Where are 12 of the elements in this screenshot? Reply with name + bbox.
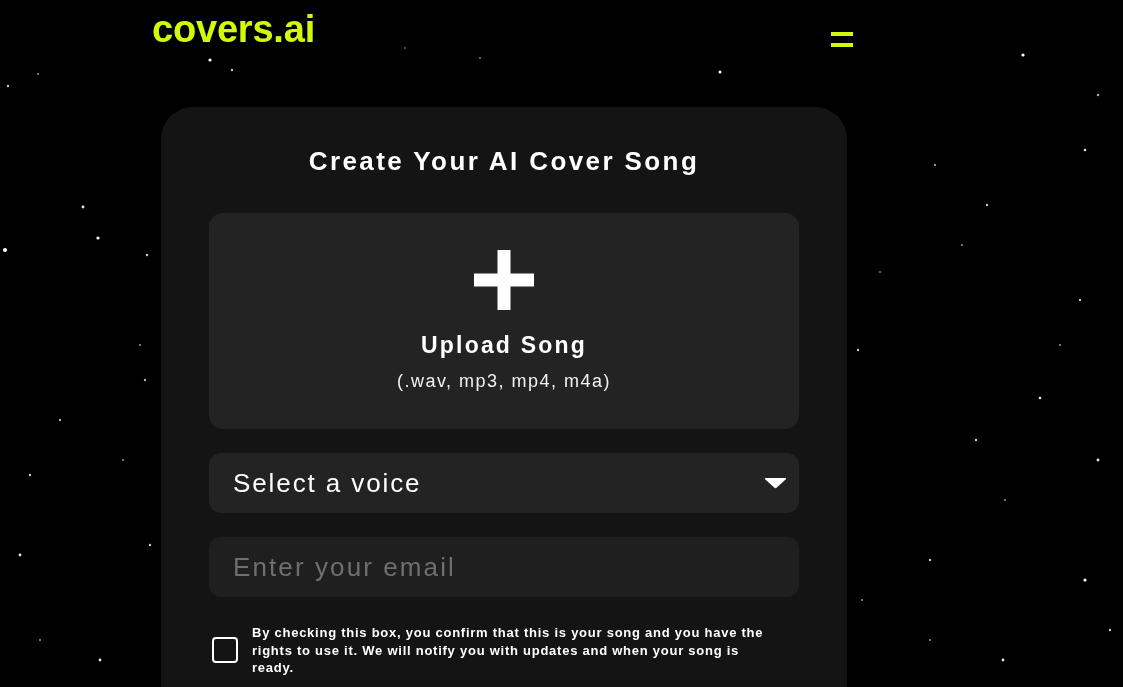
upload-dropzone[interactable]: Upload Song (.wav, mp3, mp4, m4a) <box>209 213 799 429</box>
form-title: Create Your AI Cover Song <box>308 147 700 175</box>
checkbox[interactable] <box>212 637 238 664</box>
logo[interactable]: covers.ai <box>152 10 315 48</box>
email-field[interactable]: Enter your email <box>209 537 799 597</box>
consent-text: By checking this box, you confirm that this is your song and you have the rights to use it. We will notify you with updates and when your song is ready. <box>252 624 765 677</box>
voice-select[interactable]: Select a voice <box>209 453 799 513</box>
menu-icon[interactable] <box>831 32 853 47</box>
upload-label: Upload Song <box>421 332 587 358</box>
plus-icon <box>474 250 534 310</box>
caret-icon <box>764 477 787 489</box>
file-formats-hint: (.wav, mp3, mp4, m4a) <box>396 371 612 391</box>
